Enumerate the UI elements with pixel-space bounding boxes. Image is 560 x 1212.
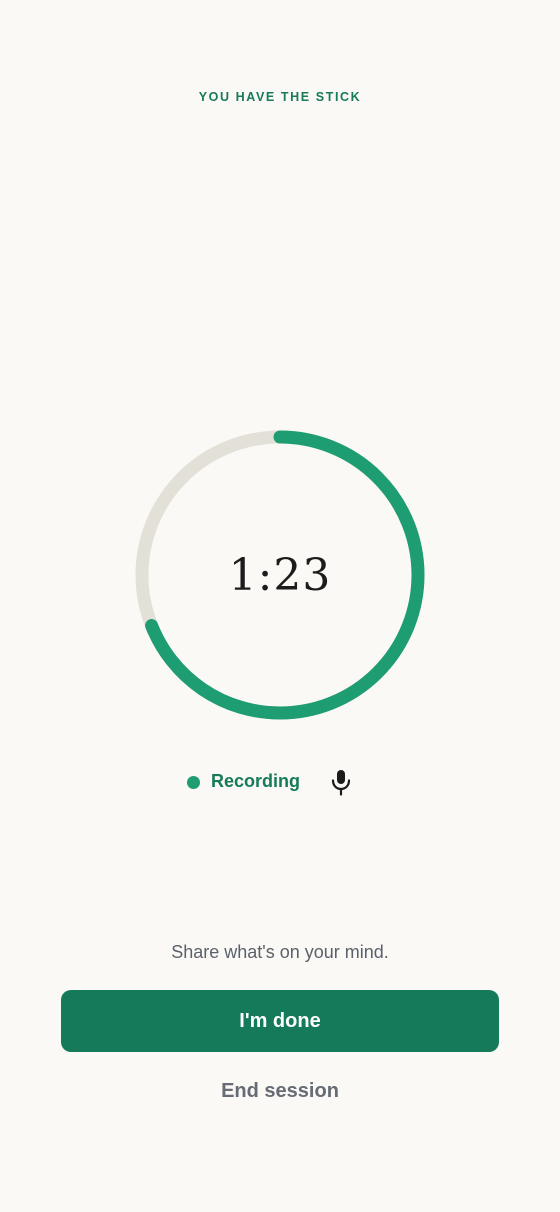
prompt-text: Share what's on your mind. <box>171 942 389 962</box>
recording-label: Recording <box>211 771 301 791</box>
timer-display: 1:23 <box>228 549 332 601</box>
timer-ring: 1:23 <box>135 430 425 720</box>
recording-status: Recording <box>0 768 560 796</box>
end-session-button[interactable]: End session <box>0 1080 560 1103</box>
screen: YOU HAVE THE STICK 1:23 Recording Share … <box>0 0 560 1212</box>
microphone-icon[interactable] <box>329 768 353 796</box>
stick-holder-label: YOU HAVE THE STICK <box>198 90 362 104</box>
done-button[interactable]: I'm done <box>61 990 499 1052</box>
recording-dot-icon <box>187 776 200 789</box>
